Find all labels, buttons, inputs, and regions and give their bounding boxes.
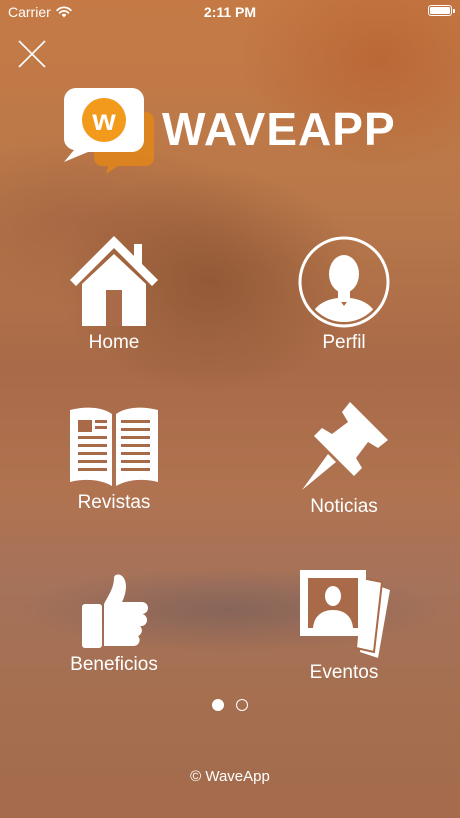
chat-bubble-logo-icon: w [64,88,154,174]
home-icon [70,236,158,326]
battery-icon [428,5,455,16]
photos-icon [300,570,390,658]
page-dot-2[interactable] [236,699,248,711]
status-bar: Carrier 2:11 PM [0,0,460,24]
status-time: 2:11 PM [203,4,257,20]
menu-label-home: Home [88,332,140,353]
menu-label-revistas: Revistas [77,492,151,513]
pushpin-icon [302,402,388,490]
page-indicator [0,699,460,711]
menu-item-eventos[interactable]: Eventos [274,568,414,684]
menu-item-beneficios[interactable]: Beneficios [44,574,184,676]
copyright-footer: © WaveApp [190,768,270,785]
menu-label-eventos: Eventos [309,662,379,683]
logo-letter: w [91,104,116,137]
magazine-icon [70,407,158,486]
menu-label-beneficios: Beneficios [70,654,158,675]
profile-icon [298,236,390,328]
close-icon[interactable] [16,38,48,70]
menu-item-home[interactable]: Home [44,234,184,354]
menu-item-perfil[interactable]: Perfil [274,236,414,354]
waveapp-logo: w WAVEAPP [62,88,402,174]
thumbs-up-icon [82,574,148,648]
page-dot-1[interactable] [212,699,224,711]
menu-item-revistas[interactable]: Revistas [44,404,184,514]
menu-label-perfil: Perfil [322,332,366,353]
menu-item-noticias[interactable]: Noticias [274,400,414,518]
menu-label-noticias: Noticias [310,496,378,517]
brand-name: WAVEAPP [162,103,396,155]
